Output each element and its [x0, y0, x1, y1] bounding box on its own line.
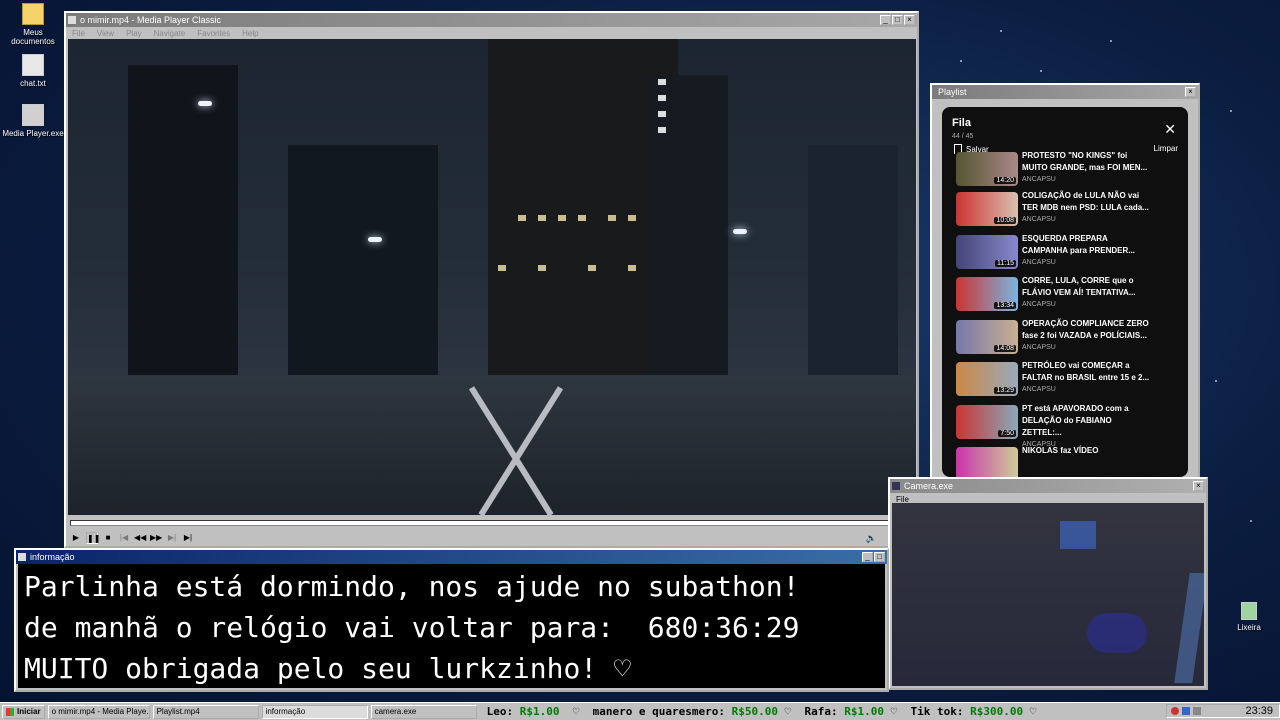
clear-button[interactable]: Limpar — [1154, 144, 1178, 154]
windows-logo-icon — [6, 707, 14, 716]
close-button[interactable]: × — [1185, 87, 1196, 97]
media-player-titlebar[interactable]: o mimir.mp4 - Media Player Classic _ □ × — [66, 13, 917, 27]
task-playlist[interactable]: Playlist.mp4 — [152, 704, 259, 719]
queue-panel: Fila 44 / 45 ✕ Salvar Limpar 14:20 PROTE… — [942, 107, 1188, 477]
task-info[interactable]: informação — [261, 704, 368, 719]
app-icon — [18, 553, 26, 561]
list-item[interactable]: 13:29 PETRÓLEO vai COMEÇAR a FALTAR no B… — [942, 360, 1188, 403]
menu-navigate[interactable]: Navigate — [154, 29, 186, 38]
queue-list: 14:20 PROTESTO "NO KINGS" foi MUITO GRAN… — [942, 150, 1188, 477]
info-line: Parlinha está dormindo, nos ajude no sub… — [24, 570, 800, 603]
desktop-icon-media-player[interactable]: Media Player.exe — [2, 104, 64, 138]
list-item[interactable]: NIKOLAS faz VÍDEO — [942, 445, 1188, 477]
info-window: informação _ □ Parlinha está dormindo, n… — [14, 548, 889, 692]
volume-icon[interactable]: 🔈 — [866, 533, 877, 544]
menu-favorites[interactable]: Favorites — [197, 29, 230, 38]
menu-view[interactable]: View — [97, 29, 114, 38]
list-item[interactable]: 10:08 COLIGAÇÃO de LULA NÃO vai TER MDB … — [942, 190, 1188, 233]
system-tray: 23:39 — [1166, 704, 1280, 718]
text-file-icon — [22, 54, 44, 76]
menu-help[interactable]: Help — [242, 29, 258, 38]
info-text: Parlinha está dormindo, nos ajude no sub… — [18, 564, 885, 688]
stop-icon[interactable]: ■ — [102, 532, 114, 544]
video-area[interactable] — [68, 39, 916, 515]
task-camera[interactable]: camera.exe — [370, 704, 477, 719]
seek-bar[interactable] — [70, 520, 916, 526]
camera-window: Camera.exe × File — [888, 477, 1208, 690]
tray-icon[interactable] — [1171, 707, 1179, 715]
camera-titlebar[interactable]: Camera.exe × — [890, 479, 1206, 493]
info-line: de manhã o relógio vai voltar para: 680:… — [24, 611, 800, 644]
list-item[interactable]: 11:15 ESQUERDA PREPARA CAMPANHA para PRE… — [942, 233, 1188, 276]
playlist-titlebar[interactable]: Playlist × — [932, 85, 1198, 99]
close-button[interactable]: × — [904, 15, 915, 25]
list-item[interactable]: 14:20 PROTESTO "NO KINGS" foi MUITO GRAN… — [942, 150, 1188, 190]
info-line: MUITO obrigada pelo seu lurkzinho! ♡ — [24, 652, 631, 685]
minimize-button[interactable]: _ — [880, 15, 891, 25]
next-icon[interactable]: ▶| — [166, 532, 178, 544]
maximize-button[interactable]: □ — [892, 15, 903, 25]
close-button[interactable]: × — [1193, 481, 1204, 491]
desktop-icon-lixeira[interactable]: Lixeira — [1218, 602, 1280, 632]
play-icon[interactable]: ▶ — [70, 532, 82, 544]
folder-icon — [22, 3, 44, 25]
queue-count: 44 / 45 — [952, 133, 974, 140]
window-title: o mimir.mp4 - Media Player Classic — [80, 15, 222, 25]
task-media-player[interactable]: o mimir.mp4 - Media Playe... — [47, 704, 150, 719]
previous-icon[interactable]: |◀ — [118, 532, 130, 544]
tray-icon[interactable] — [1193, 707, 1201, 715]
menu-file[interactable]: File — [72, 29, 85, 38]
tray-icon[interactable] — [1182, 707, 1190, 715]
media-player-icon — [22, 104, 44, 126]
playlist-window: Playlist × Fila 44 / 45 ✕ Salvar Limpar … — [930, 83, 1200, 481]
minimize-button[interactable]: _ — [862, 552, 873, 562]
rewind-icon[interactable]: ◀◀ — [134, 532, 146, 544]
clock[interactable]: 23:39 — [1245, 705, 1279, 717]
start-button[interactable]: Iniciar — [2, 704, 45, 719]
desktop-icon-chat[interactable]: chat.txt — [2, 54, 64, 88]
queue-title: Fila — [952, 117, 971, 129]
recycle-bin-icon — [1241, 602, 1257, 620]
list-item[interactable]: 14:08 OPERAÇÃO COMPLIANCE ZERO fase 2 fo… — [942, 318, 1188, 361]
frame-step-icon[interactable]: ▶| — [182, 532, 194, 544]
media-player-window: o mimir.mp4 - Media Player Classic _ □ ×… — [64, 11, 919, 548]
list-item[interactable]: 13:34 CORRE, LULA, CORRE que o FLÁVIO VE… — [942, 275, 1188, 318]
forward-icon[interactable]: ▶▶ — [150, 532, 162, 544]
desktop-icon-meus-documentos[interactable]: Meus documentos — [2, 3, 64, 46]
donation-ticker: Leo: R$1.00 ♡ manero e quaresmero: R$50.… — [486, 705, 1037, 718]
menu-play[interactable]: Play — [126, 29, 142, 38]
taskbar: Iniciar o mimir.mp4 - Media Playe... Pla… — [0, 702, 1280, 720]
pause-icon[interactable]: ❚❚ — [86, 532, 100, 544]
close-icon[interactable]: ✕ — [1164, 121, 1176, 140]
app-icon — [68, 16, 76, 24]
info-titlebar[interactable]: informação _ □ — [16, 550, 887, 564]
maximize-button[interactable]: □ — [874, 552, 885, 562]
playback-controls: ▶ ❚❚ ■ |◀ ◀◀ ▶▶ ▶| ▶| — [70, 531, 194, 545]
camera-app-icon — [892, 482, 900, 490]
list-item[interactable]: 7:50 PT está APAVORADO com a DELAÇÃO do … — [942, 403, 1188, 448]
menubar: File View Play Navigate Favorites Help — [66, 27, 917, 39]
camera-feed — [892, 503, 1204, 686]
